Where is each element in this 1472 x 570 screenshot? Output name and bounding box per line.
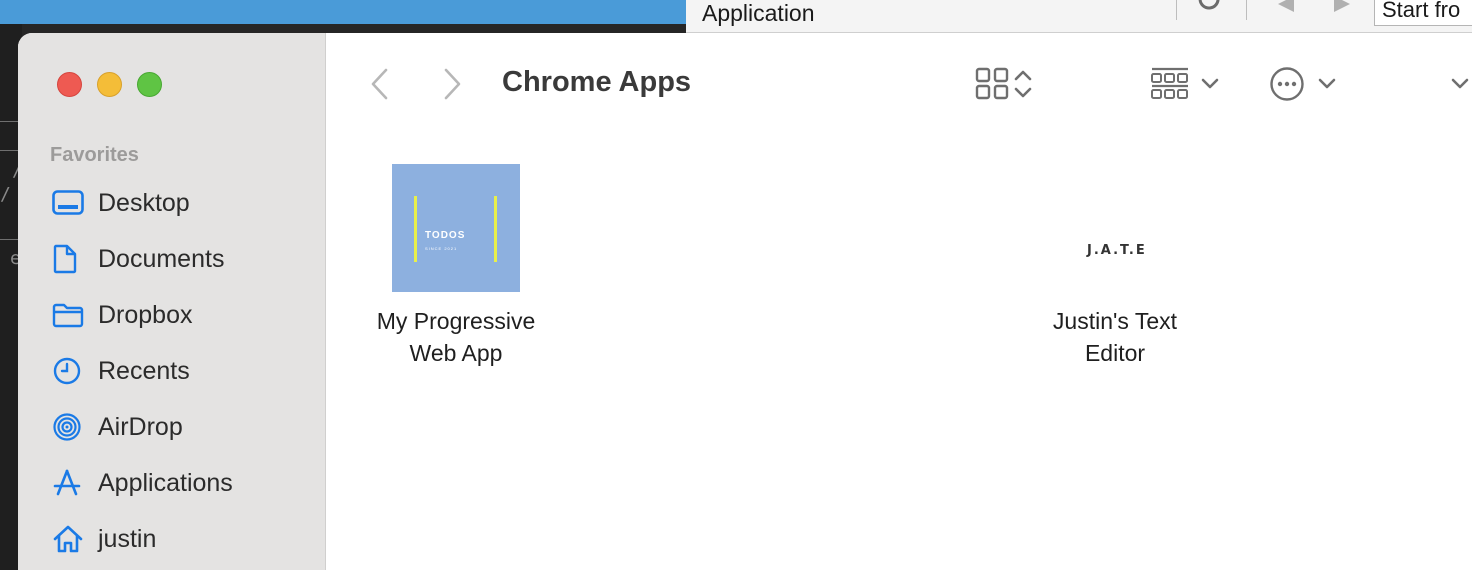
zoom-window-button[interactable]: [137, 72, 162, 97]
back-button[interactable]: [368, 67, 392, 106]
sidebar-item-applications[interactable]: Applications: [52, 463, 233, 503]
background-line: [0, 121, 18, 122]
document-icon: [52, 243, 86, 275]
chevron-right-icon: [440, 67, 464, 106]
sidebar-item-dropbox[interactable]: Dropbox: [52, 295, 193, 335]
chevron-up-down-icon: [1011, 67, 1035, 106]
sidebar-item-label: Recents: [98, 356, 190, 385]
back-triangle-icon[interactable]: [1276, 0, 1296, 20]
favorites-header: Favorites: [50, 144, 139, 166]
sidebar-item-recents[interactable]: Recents: [52, 351, 190, 391]
item-label-line: Editor: [1084, 340, 1146, 366]
group-grid-icon: [1150, 67, 1190, 106]
sidebar-item-label: Applications: [98, 468, 233, 497]
desktop-icon: [52, 187, 86, 219]
background-window-titlebar: [0, 0, 686, 24]
pwa-app-icon[interactable]: TODOS SINCE 2021: [392, 164, 520, 292]
thumb-bar-left: [414, 196, 417, 262]
item-label-line: Web App: [409, 340, 503, 366]
chevron-left-icon: [368, 67, 392, 106]
chevron-down-icon: [1317, 67, 1337, 106]
toolbar-separator: [1176, 0, 1177, 20]
item-label-line: Justin's Text: [1052, 308, 1178, 334]
toolbar-separator: [1246, 0, 1247, 20]
background-text-fragment: /: [0, 184, 11, 205]
airdrop-icon: [52, 411, 86, 443]
background-line: [0, 150, 18, 151]
icon-grid-icon: [975, 67, 1011, 106]
thumb-subtitle: SINCE 2021: [425, 246, 458, 251]
sidebar: Favorites Desktop Documents Dropbox Rece…: [18, 33, 326, 570]
folder-icon: [52, 299, 86, 331]
home-icon: [52, 523, 86, 555]
ellipsis-circle-icon: [1269, 66, 1305, 107]
start-text: Start fro: [1382, 0, 1461, 22]
jate-app-label[interactable]: Justin's Text Editor: [1015, 305, 1215, 369]
view-mode-button[interactable]: [975, 67, 1035, 106]
minimize-window-button[interactable]: [97, 72, 122, 97]
thumb-title: TODOS: [425, 230, 466, 241]
thumb-bar-right: [494, 196, 497, 262]
sidebar-item-label: Dropbox: [98, 300, 193, 329]
forward-triangle-icon[interactable]: [1332, 0, 1352, 20]
sidebar-item-label: AirDrop: [98, 412, 183, 441]
sidebar-item-documents[interactable]: Documents: [52, 239, 224, 279]
item-label-line: My Progressive: [376, 308, 536, 334]
applications-icon: [52, 467, 86, 499]
pwa-app-label[interactable]: My Progressive Web App: [356, 305, 556, 369]
sidebar-item-home[interactable]: justin: [52, 519, 156, 559]
chevron-down-icon: [1450, 67, 1470, 106]
sidebar-item-label: Documents: [98, 244, 225, 273]
background-app-title: Application: [702, 0, 815, 26]
sidebar-item-label: justin: [98, 524, 157, 553]
background-line: [0, 239, 18, 240]
sidebar-item-desktop[interactable]: Desktop: [52, 183, 190, 223]
forward-button[interactable]: [440, 67, 464, 106]
chevron-down-icon: [1200, 67, 1220, 106]
clock-icon: [52, 355, 86, 387]
sidebar-item-airdrop[interactable]: AirDrop: [52, 407, 183, 447]
close-window-button[interactable]: [57, 72, 82, 97]
reload-icon[interactable]: [1196, 0, 1224, 20]
jate-app-icon[interactable]: J.A.T.E: [1087, 243, 1147, 258]
window-title: Chrome Apps: [502, 66, 692, 98]
toolbar-overflow-button[interactable]: [1450, 67, 1470, 106]
finder-window: Favorites Desktop Documents Dropbox Rece…: [18, 33, 1472, 570]
group-button[interactable]: [1150, 67, 1220, 106]
action-menu-button[interactable]: [1269, 66, 1337, 107]
sidebar-item-label: Desktop: [98, 188, 190, 217]
